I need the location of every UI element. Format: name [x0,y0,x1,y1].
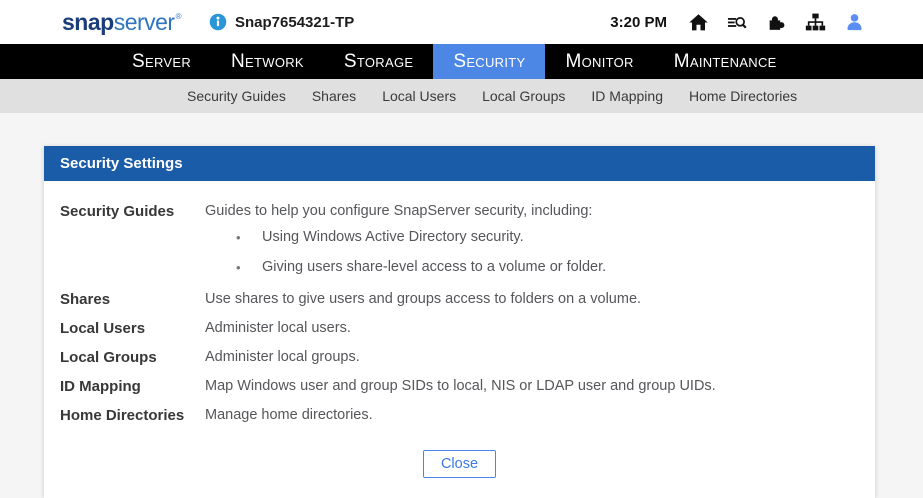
description-text: Administer local groups. [205,347,859,368]
plugin-icon[interactable] [766,12,787,33]
bullet-list: Using Windows Active Directory security.… [205,227,859,287]
row-description: Administer local users. [205,318,859,339]
button-row: Close [44,434,875,498]
row-label: Local Users [60,318,205,339]
description-text: Manage home directories. [205,405,859,426]
row-description: Map Windows user and group SIDs to local… [205,376,859,397]
row-label: ID Mapping [60,376,205,397]
logo-text-server: server [114,9,175,35]
subnav-link-shares[interactable]: Shares [299,88,369,104]
nav-tab-storage[interactable]: Storage [324,44,433,79]
description-text: Guides to help you configure SnapServer … [205,201,859,222]
topbar-tools: 3:20 PM [610,12,865,33]
device-identity: Snap7654321-TP [209,13,354,31]
row-label: Security Guides [60,201,205,287]
subnav-link-home-directories[interactable]: Home Directories [676,88,810,104]
sub-nav: Security GuidesSharesLocal UsersLocal Gr… [0,79,923,113]
subnav-link-local-groups[interactable]: Local Groups [469,88,578,104]
nav-tab-network[interactable]: Network [211,44,324,79]
info-icon[interactable] [209,13,227,31]
subnav-link-security-guides[interactable]: Security Guides [174,88,299,104]
row-label: Shares [60,289,205,310]
nav-tab-server[interactable]: Server [112,44,211,79]
bullet-item: Using Windows Active Directory security. [205,227,859,248]
nav-tab-monitor[interactable]: Monitor [545,44,653,79]
clock-time: 3:20 PM [610,14,667,31]
page-content: Security Settings Security GuidesGuides … [0,146,923,498]
row-description: Administer local groups. [205,347,859,368]
nav-tab-security[interactable]: Security [433,44,545,79]
user-icon[interactable] [844,12,865,33]
security-settings-panel: Security Settings Security GuidesGuides … [44,146,875,498]
description-text: Use shares to give users and groups acce… [205,289,859,310]
bullet-item: Giving users share-level access to a vol… [205,257,859,278]
nav-tab-maintenance[interactable]: Maintenance [654,44,797,79]
main-nav: ServerNetworkStorageSecurityMonitorMaint… [0,44,923,79]
panel-title: Security Settings [44,146,875,181]
device-name: Snap7654321-TP [235,14,354,31]
logo-trademark: ® [176,12,181,21]
row-label: Local Groups [60,347,205,368]
row-description: Guides to help you configure SnapServer … [205,201,859,287]
sitemap-icon[interactable] [805,12,826,33]
settings-row: Local GroupsAdminister local groups. [60,347,859,368]
description-text: Administer local users. [205,318,859,339]
panel-body: Security GuidesGuides to help you config… [44,181,875,426]
row-description: Manage home directories. [205,405,859,426]
row-description: Use shares to give users and groups acce… [205,289,859,310]
settings-row: Home DirectoriesManage home directories. [60,405,859,426]
close-button[interactable]: Close [423,450,496,478]
settings-row: ID MappingMap Windows user and group SID… [60,376,859,397]
log-search-icon[interactable] [727,12,748,33]
settings-row: Security GuidesGuides to help you config… [60,201,859,287]
settings-row: Local UsersAdminister local users. [60,318,859,339]
subnav-link-id-mapping[interactable]: ID Mapping [578,88,676,104]
logo-text-snap: snap [62,9,114,35]
row-label: Home Directories [60,405,205,426]
subnav-link-local-users[interactable]: Local Users [369,88,469,104]
description-text: Map Windows user and group SIDs to local… [205,376,859,397]
settings-row: SharesUse shares to give users and group… [60,289,859,310]
home-icon[interactable] [688,12,709,33]
snapserver-logo[interactable]: snapserver® [62,9,181,36]
top-bar: snapserver® Snap7654321-TP 3:20 PM [0,0,923,44]
